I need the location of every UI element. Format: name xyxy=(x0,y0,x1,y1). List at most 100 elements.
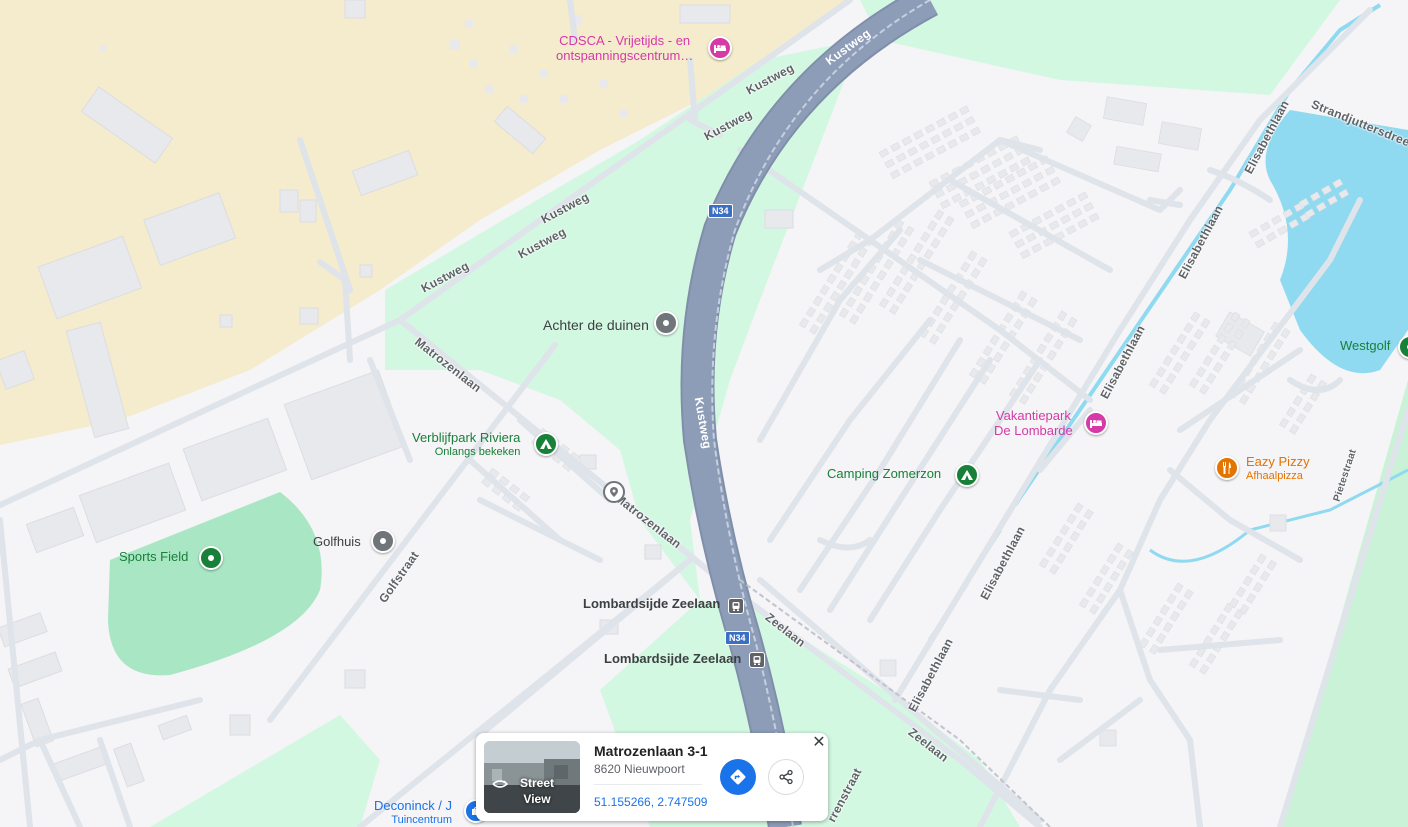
park-icon[interactable] xyxy=(199,546,223,570)
house xyxy=(924,150,936,161)
camping-icon[interactable] xyxy=(955,463,979,487)
house xyxy=(819,284,830,296)
house xyxy=(923,248,934,260)
poi-golfhuis-label[interactable]: Golfhuis xyxy=(313,534,361,550)
house xyxy=(1025,382,1037,394)
selected-location-pin[interactable] xyxy=(603,481,625,503)
house xyxy=(1199,383,1210,395)
house xyxy=(1205,372,1217,384)
house xyxy=(1145,626,1156,638)
place-card[interactable]: Street View Matrozenlaan 3-1 8620 Nieuwp… xyxy=(476,733,828,821)
house xyxy=(1249,564,1260,576)
poi-deconinck-label[interactable]: Deconinck / J Tuincentrum xyxy=(374,798,452,827)
house xyxy=(1019,393,1030,405)
place-coordinates[interactable]: 51.155266, 2.747509 xyxy=(594,795,707,809)
place-icon[interactable] xyxy=(371,529,395,553)
house xyxy=(1179,350,1190,362)
house xyxy=(967,250,978,262)
house xyxy=(1209,344,1220,356)
poi-riviera-label[interactable]: Verblijfpark Riviera Onlangs bekeken xyxy=(412,430,520,459)
house xyxy=(939,199,951,210)
house xyxy=(1266,559,1277,571)
house xyxy=(1216,613,1227,625)
house xyxy=(924,123,936,134)
house xyxy=(890,141,901,152)
share-icon xyxy=(779,769,793,785)
poi-zomerzon-label[interactable]: Camping Zomerzon xyxy=(827,466,941,482)
house xyxy=(970,126,981,137)
house xyxy=(1173,582,1184,594)
house xyxy=(1259,221,1271,232)
house xyxy=(1219,350,1230,362)
house xyxy=(1085,586,1096,598)
house xyxy=(1077,191,1089,202)
tram-icon[interactable] xyxy=(728,598,744,614)
house xyxy=(897,236,908,248)
house xyxy=(1265,231,1277,242)
place-icon[interactable] xyxy=(654,311,678,335)
house xyxy=(1193,328,1204,340)
poi-cdsca-name-2: ontspanningscentrum… xyxy=(556,47,694,63)
house xyxy=(991,158,1003,169)
house xyxy=(1043,332,1054,344)
bed-icon[interactable] xyxy=(1084,411,1108,435)
house xyxy=(959,105,970,116)
house xyxy=(883,258,894,270)
poi-cdsca-name-1: CDSCA - Vrijetijds - en xyxy=(559,33,691,48)
house xyxy=(1073,502,1084,514)
poi-lombarde-label[interactable]: Vakantiepark De Lombarde xyxy=(994,408,1073,439)
share-button[interactable] xyxy=(768,759,804,795)
house xyxy=(935,322,947,334)
house xyxy=(889,303,900,315)
house xyxy=(805,306,816,318)
house xyxy=(1226,619,1237,631)
restaurant-icon[interactable] xyxy=(1215,456,1239,480)
close-icon[interactable]: ✕ xyxy=(812,735,826,751)
house xyxy=(941,128,953,139)
house xyxy=(1176,599,1187,611)
house xyxy=(1071,208,1083,219)
poi-zeelaan2-label[interactable]: Lombardsijde Zeelaan xyxy=(604,651,741,667)
house xyxy=(1165,372,1177,384)
house xyxy=(1172,361,1184,373)
poi-westgolf-label[interactable]: Westgolf xyxy=(1340,338,1390,354)
house xyxy=(845,296,856,308)
house xyxy=(942,311,954,323)
house xyxy=(985,174,997,185)
house xyxy=(953,122,964,132)
house xyxy=(960,261,971,273)
house xyxy=(1254,238,1266,249)
house xyxy=(838,307,850,319)
house xyxy=(1062,541,1074,553)
house xyxy=(1289,423,1300,435)
poi-cdsca-label[interactable]: CDSCA - Vrijetijds - en ontspanningscent… xyxy=(556,33,694,64)
directions-button[interactable] xyxy=(720,759,756,795)
house xyxy=(889,169,901,180)
house xyxy=(1166,593,1177,605)
house xyxy=(977,256,988,268)
house xyxy=(1159,604,1170,616)
house xyxy=(934,209,945,221)
poi-sports-label[interactable]: Sports Field xyxy=(119,549,188,565)
house xyxy=(850,257,861,269)
poi-zeelaan1-label[interactable]: Lombardsijde Zeelaan xyxy=(583,596,720,612)
house xyxy=(1295,412,1307,424)
house xyxy=(913,129,924,140)
house xyxy=(826,273,837,285)
house xyxy=(982,345,993,357)
bed-icon[interactable] xyxy=(708,36,732,60)
poi-achter-label[interactable]: Achter de duinen xyxy=(543,317,649,333)
house xyxy=(884,158,895,169)
house xyxy=(1152,615,1163,627)
poi-eazy-label[interactable]: Eazy Pizzy Afhaalpizza xyxy=(1246,454,1310,483)
house xyxy=(1021,178,1033,189)
street-view-thumbnail[interactable]: Street View xyxy=(484,741,580,813)
house xyxy=(1273,338,1284,350)
house xyxy=(1059,524,1070,536)
house xyxy=(1183,322,1194,334)
tram-icon[interactable] xyxy=(749,652,765,668)
house xyxy=(1027,188,1039,199)
camping-icon[interactable] xyxy=(534,432,558,456)
house xyxy=(1292,395,1303,407)
house xyxy=(862,291,874,303)
